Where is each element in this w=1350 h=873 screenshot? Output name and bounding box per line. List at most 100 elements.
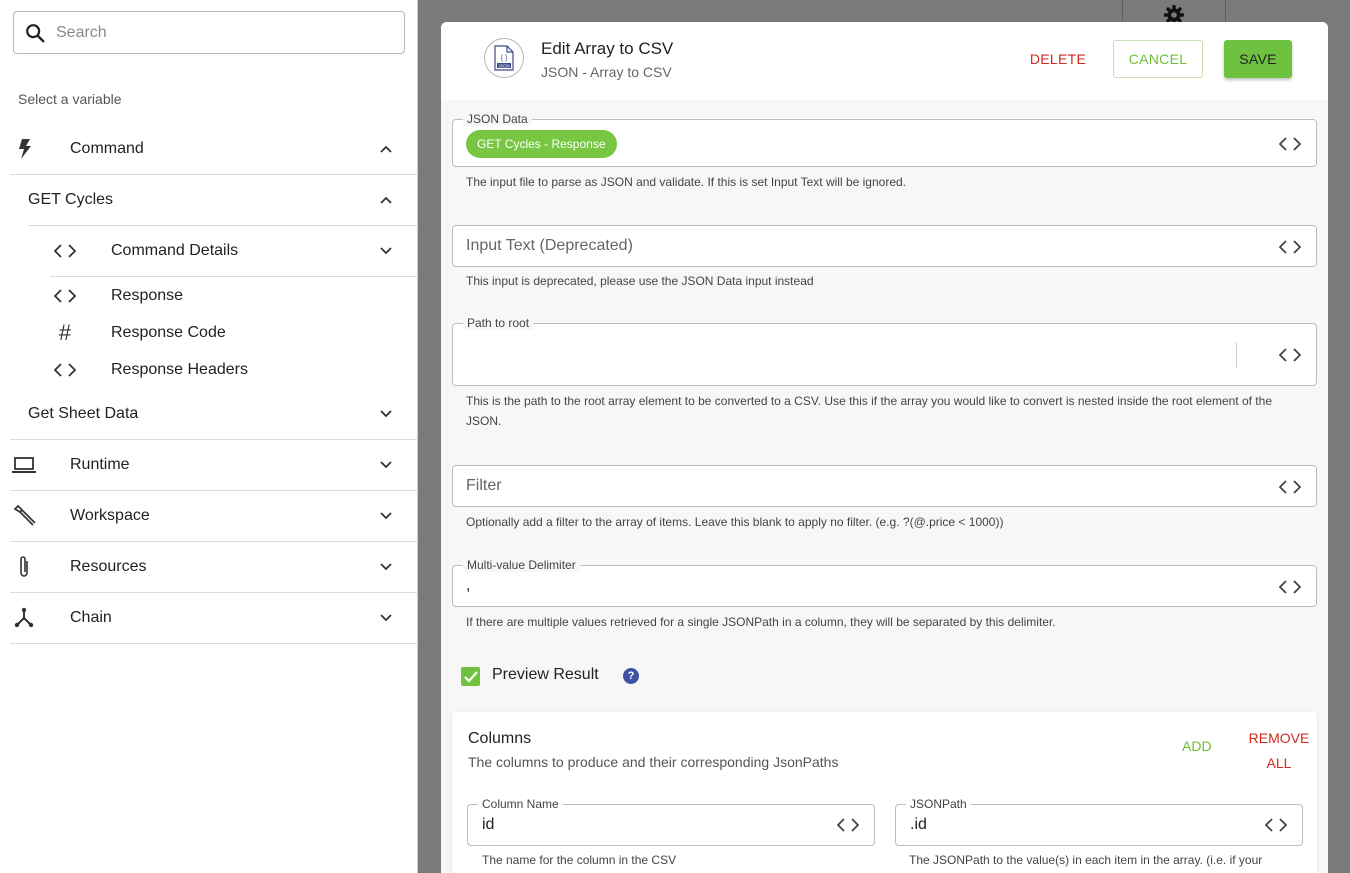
wrench-icon <box>11 503 37 529</box>
jsonpath-field[interactable]: JSONPath .id <box>895 797 1303 846</box>
add-column-button[interactable]: ADD <box>1182 738 1212 754</box>
preview-result-label[interactable]: Preview Result <box>492 666 599 684</box>
divider <box>10 592 417 593</box>
code-icon <box>52 283 78 309</box>
laptop-icon <box>11 452 37 478</box>
variable-response-headers-label: Response Headers <box>111 361 248 378</box>
json-data-label: JSON Data <box>463 112 532 126</box>
search-input[interactable] <box>56 23 376 42</box>
modal-subtitle: JSON - Array to CSV <box>541 64 672 80</box>
help-icon[interactable]: ? <box>623 668 639 684</box>
paperclip-icon <box>11 554 37 580</box>
code-icon[interactable] <box>1278 347 1302 363</box>
code-icon[interactable] <box>1278 239 1302 255</box>
search-icon <box>26 23 45 42</box>
column-name-help: The name for the column in the CSV <box>482 853 677 867</box>
divider <box>10 174 417 175</box>
columns-title: Columns <box>468 730 532 747</box>
column-name-label: Column Name <box>478 797 563 811</box>
variable-response-headers[interactable]: Response Headers <box>10 355 417 385</box>
delimiter-field[interactable]: Multi-value Delimiter , <box>452 558 1317 607</box>
group-runtime[interactable]: Runtime <box>10 449 417 481</box>
modal-header: { } JSON Edit Array to CSV JSON - Array … <box>441 22 1328 100</box>
divider <box>28 225 417 226</box>
delete-button[interactable]: DELETE <box>1019 40 1097 78</box>
hash-icon: # <box>58 320 72 345</box>
modal-title: Edit Array to CSV <box>541 39 674 58</box>
variable-response-code[interactable]: # Response Code <box>10 318 417 348</box>
group-command[interactable]: Command <box>10 133 417 165</box>
group-workspace[interactable]: Workspace <box>10 500 417 532</box>
svg-text:{ }: { } <box>501 55 508 62</box>
group-resources-label: Resources <box>70 558 147 575</box>
chevron-up-icon[interactable] <box>379 142 393 156</box>
input-text-field[interactable]: Input Text (Deprecated) <box>452 225 1317 267</box>
chevron-down-icon[interactable] <box>379 458 393 472</box>
settings-area <box>1122 0 1226 25</box>
cancel-button[interactable]: CANCEL <box>1113 40 1203 78</box>
input-text-help: This input is deprecated, please use the… <box>466 274 814 288</box>
filter-field[interactable]: Filter <box>452 465 1317 507</box>
group-chain[interactable]: Chain <box>10 602 417 634</box>
code-icon[interactable] <box>1278 479 1302 495</box>
edit-step-modal: { } JSON Edit Array to CSV JSON - Array … <box>441 22 1328 873</box>
save-button[interactable]: SAVE <box>1224 40 1292 78</box>
delimiter-help: If there are multiple values retrieved f… <box>466 615 1056 629</box>
variable-response-code-label: Response Code <box>111 324 226 341</box>
column-name-value: id <box>482 816 495 833</box>
divider <box>10 541 417 542</box>
search-box[interactable] <box>13 11 405 54</box>
remove-all-columns-button[interactable]: REMOVE ALL <box>1239 726 1319 776</box>
variable-response-label: Response <box>111 287 184 304</box>
chain-icon <box>11 605 37 631</box>
group-get-cycles-label: GET Cycles <box>28 191 114 208</box>
bolt-icon <box>12 136 38 162</box>
json-data-help: The input file to parse as JSON and vali… <box>466 175 907 189</box>
json-data-chip[interactable]: GET Cycles - Response <box>466 130 617 158</box>
json-file-icon: { } JSON <box>484 38 524 78</box>
code-icon <box>52 357 78 383</box>
group-get-cycles[interactable]: GET Cycles <box>10 184 417 216</box>
field-separator <box>1236 342 1237 368</box>
input-text-placeholder: Input Text (Deprecated) <box>466 237 633 254</box>
chevron-down-icon[interactable] <box>379 611 393 625</box>
variable-sidebar: Select a variable Command GET Cycles Com… <box>0 0 418 873</box>
group-runtime-label: Runtime <box>70 456 130 473</box>
code-icon[interactable] <box>836 817 860 833</box>
filter-help: Optionally add a filter to the array of … <box>466 515 1004 529</box>
variable-response[interactable]: Response <box>10 281 417 311</box>
select-variable-label: Select a variable <box>18 91 122 107</box>
group-command-details-label: Command Details <box>111 242 239 259</box>
filter-placeholder: Filter <box>466 477 502 494</box>
group-command-details[interactable]: Command Details <box>10 235 417 267</box>
group-command-label: Command <box>70 140 144 157</box>
group-resources[interactable]: Resources <box>10 551 417 583</box>
group-get-sheet-data[interactable]: Get Sheet Data <box>10 398 417 430</box>
divider <box>10 439 417 440</box>
divider <box>10 490 417 491</box>
json-badge-text: JSON <box>498 63 509 68</box>
divider <box>50 276 417 277</box>
path-to-root-label: Path to root <box>463 316 534 330</box>
group-get-sheet-data-label: Get Sheet Data <box>28 405 139 422</box>
divider <box>10 643 417 644</box>
path-to-root-field[interactable]: Path to root <box>452 316 1317 386</box>
preview-result-checkbox[interactable] <box>461 667 480 686</box>
json-data-field[interactable]: JSON Data GET Cycles - Response <box>452 112 1317 167</box>
code-icon[interactable] <box>1278 579 1302 595</box>
chevron-up-icon[interactable] <box>379 193 393 207</box>
column-name-field[interactable]: Column Name id <box>467 797 875 846</box>
path-to-root-help: This is the path to the root array eleme… <box>466 394 1272 428</box>
chevron-down-icon[interactable] <box>379 560 393 574</box>
jsonpath-value: .id <box>910 816 927 833</box>
code-icon[interactable] <box>1278 136 1302 152</box>
chevron-down-icon[interactable] <box>379 407 393 421</box>
jsonpath-help: The JSONPath to the value(s) in each ite… <box>909 853 1263 867</box>
remove-label-line1: REMOVE <box>1248 730 1310 746</box>
delimiter-value: , <box>466 577 471 594</box>
chevron-down-icon[interactable] <box>379 509 393 523</box>
checkmark-icon <box>463 670 478 683</box>
code-icon[interactable] <box>1264 817 1288 833</box>
remove-label-line2: ALL <box>1266 755 1292 771</box>
chevron-down-icon[interactable] <box>379 244 393 258</box>
